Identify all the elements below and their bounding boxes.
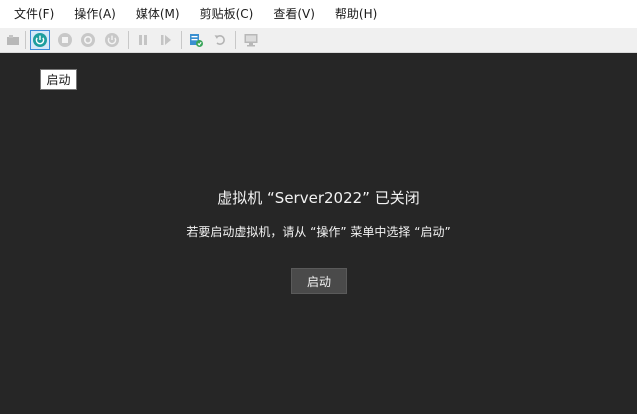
toolbar-separator: [128, 31, 129, 49]
revert-icon[interactable]: [210, 30, 230, 50]
enhanced-session-icon[interactable]: [241, 30, 261, 50]
toolbar-separator: [25, 31, 26, 49]
toolbar: [0, 28, 637, 53]
settings-icon[interactable]: [3, 30, 23, 50]
toolbar-separator: [181, 31, 182, 49]
resume-icon[interactable]: [156, 30, 176, 50]
menu-bar: 文件(F) 操作(A) 媒体(M) 剪贴板(C) 查看(V) 帮助(H): [0, 0, 637, 28]
toolbar-separator: [235, 31, 236, 49]
start-tooltip: 启动: [40, 69, 77, 90]
start-button[interactable]: 启动: [291, 268, 347, 294]
menu-media[interactable]: 媒体(M): [128, 2, 188, 26]
vm-status-hint: 若要启动虚拟机，请从 “操作” 菜单中选择 “启动”: [186, 225, 451, 239]
menu-view[interactable]: 查看(V): [265, 2, 323, 26]
shutdown-icon[interactable]: [78, 30, 98, 50]
pause-icon[interactable]: [133, 30, 153, 50]
menu-clipboard[interactable]: 剪贴板(C): [192, 2, 262, 26]
checkpoint-icon[interactable]: [186, 30, 206, 50]
start-icon[interactable]: [30, 30, 50, 50]
menu-file[interactable]: 文件(F): [6, 2, 62, 26]
stop-icon[interactable]: [55, 30, 75, 50]
vm-status-title: 虚拟机 “Server2022” 已关闭: [217, 189, 420, 207]
menu-help[interactable]: 帮助(H): [327, 2, 385, 26]
menu-action[interactable]: 操作(A): [66, 2, 124, 26]
power-icon[interactable]: [102, 30, 122, 50]
